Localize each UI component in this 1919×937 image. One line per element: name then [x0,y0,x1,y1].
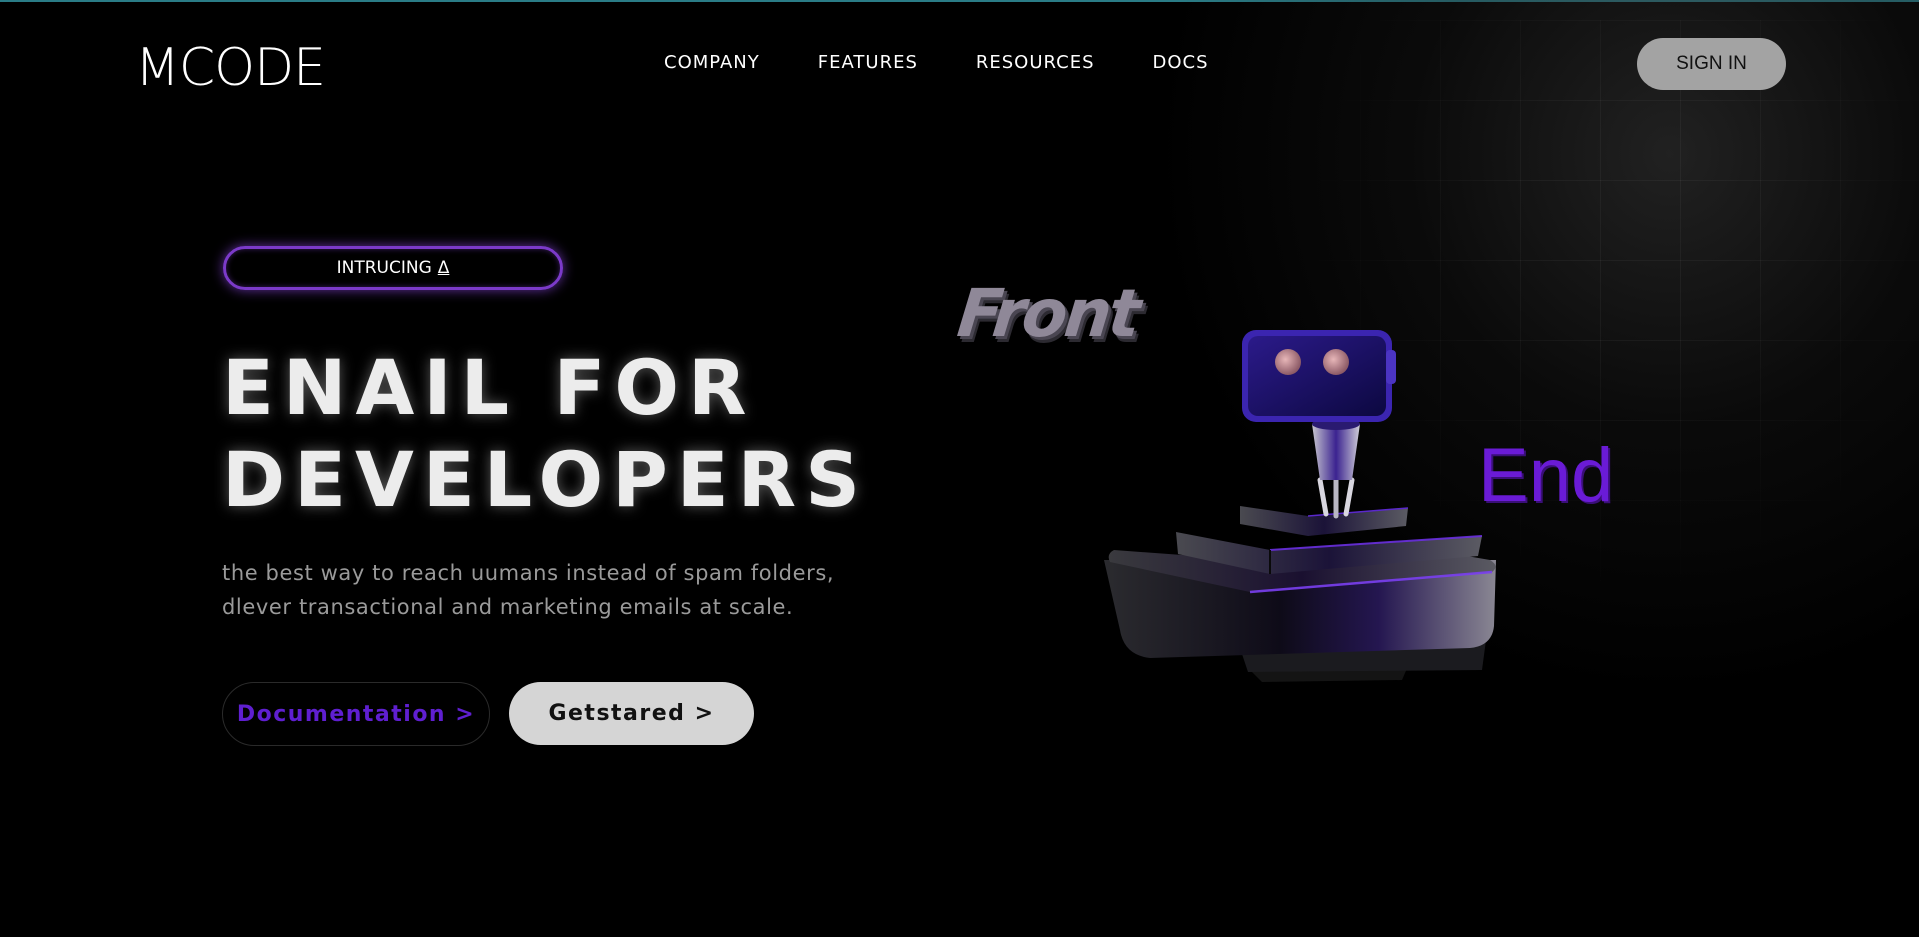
intro-badge-label: INTRUCING [336,258,432,278]
documentation-button[interactable]: Documentation > [222,682,490,746]
subtext-line-1: the best way to reach uumans instead of … [222,561,835,585]
delta-icon: Δ [437,258,450,278]
hero-headline: ENAIL FOR DEVELOPERS [222,342,869,526]
subtext-line-2: dlever transactional and marketing email… [222,595,794,619]
headline-line-2: DEVELOPERS [222,435,869,524]
nav-docs[interactable]: DOCS [1153,52,1209,73]
intro-badge[interactable]: INTRUCING Δ [223,246,563,290]
nav-company[interactable]: COMPANY [664,52,760,73]
nav-resources[interactable]: RESOURCES [976,52,1095,73]
robot-pedestal-illustration [1104,330,1496,682]
sign-in-button[interactable]: SIGN IN [1637,38,1786,90]
end-3d-text: End [1478,433,1614,518]
main-nav: COMPANY FEATURES RESOURCES DOCS [664,52,1209,73]
logo[interactable]: MCODE [135,38,326,98]
pedestal-icon [1104,506,1496,682]
get-started-button[interactable]: Getstared > [509,682,754,745]
hero-subtext: the best way to reach uumans instead of … [222,556,902,624]
page: MCODE COMPANY FEATURES RESOURCES DOCS SI… [0,0,1919,937]
robot-icon [1242,330,1396,519]
headline-line-1: ENAIL FOR [222,343,756,432]
nav-features[interactable]: FEATURES [818,52,918,73]
